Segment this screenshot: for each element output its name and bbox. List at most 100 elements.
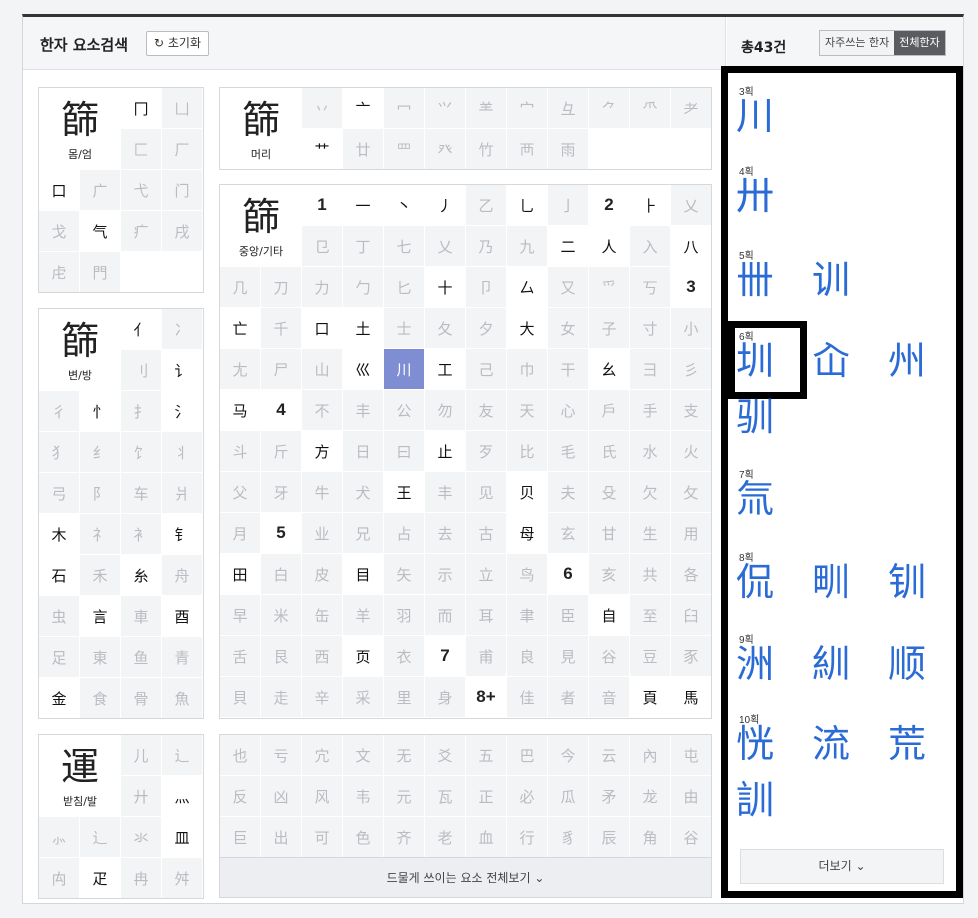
element-cell[interactable]: 方 bbox=[302, 431, 343, 472]
hanja-filter-tabs: 자주쓰는 한자 전체한자 bbox=[819, 30, 946, 56]
element-cell: 襾 bbox=[507, 129, 548, 169]
element-cell: 无 bbox=[384, 735, 425, 776]
result-hanja[interactable]: 氚 bbox=[736, 476, 796, 522]
result-hanja[interactable]: 侃 bbox=[736, 559, 796, 605]
element-cell[interactable]: 气 bbox=[80, 211, 121, 252]
element-cell[interactable]: 亡 bbox=[220, 308, 261, 349]
element-cell[interactable]: 工 bbox=[425, 349, 466, 390]
result-hanja[interactable]: 州 bbox=[888, 338, 948, 384]
reset-button[interactable]: ↻ 초기화 bbox=[146, 31, 210, 56]
element-cell: 夫 bbox=[548, 472, 589, 513]
tab-all[interactable]: 전체한자 bbox=[894, 31, 945, 55]
element-cell[interactable]: 石 bbox=[39, 555, 80, 596]
element-cell: 士 bbox=[384, 308, 425, 349]
element-cell[interactable]: 川 bbox=[384, 349, 425, 390]
element-cell[interactable]: 十 bbox=[425, 267, 466, 308]
element-cell[interactable]: 幺 bbox=[589, 349, 630, 390]
element-cell[interactable]: 氵 bbox=[162, 391, 203, 432]
more-results-button[interactable]: 더보기 ⌄ bbox=[740, 849, 944, 884]
element-cell: 屯 bbox=[671, 735, 711, 776]
result-hanja[interactable]: 洲 bbox=[736, 641, 796, 687]
element-cell: 里 bbox=[384, 677, 425, 718]
result-hanja[interactable]: 紃 bbox=[812, 641, 872, 687]
element-cell[interactable]: 止 bbox=[425, 431, 466, 472]
element-cell[interactable]: 巛 bbox=[343, 349, 384, 390]
element-cell[interactable]: 言 bbox=[80, 596, 121, 637]
reset-label: 초기화 bbox=[167, 36, 202, 50]
element-cell: 而 bbox=[425, 595, 466, 636]
result-hanja[interactable]: 卌 bbox=[736, 257, 796, 303]
element-cell[interactable]: 王 bbox=[384, 472, 425, 513]
element-cell[interactable]: 目 bbox=[343, 554, 384, 595]
result-hanja[interactable]: 恍 bbox=[736, 721, 796, 767]
element-cell[interactable]: 母 bbox=[507, 513, 548, 554]
element-cell: 亥 bbox=[589, 554, 630, 595]
element-cell[interactable]: 疋 bbox=[80, 858, 121, 898]
element-cell[interactable]: 丶 bbox=[384, 185, 425, 226]
result-hanja[interactable]: 川 bbox=[736, 93, 796, 139]
element-cell: 业 bbox=[302, 513, 343, 554]
element-cell[interactable]: 丿 bbox=[425, 185, 466, 226]
element-cell: 犬 bbox=[343, 472, 384, 513]
element-cell: 宂 bbox=[302, 735, 343, 776]
result-hanja[interactable]: 训 bbox=[812, 257, 872, 303]
element-cell: 生 bbox=[630, 513, 671, 554]
result-hanja[interactable]: 圳 bbox=[736, 338, 796, 384]
element-cell[interactable]: 金 bbox=[39, 678, 80, 718]
element-cell[interactable]: 木 bbox=[39, 514, 80, 555]
element-cell[interactable]: 一 bbox=[343, 185, 384, 226]
element-cell[interactable]: 艹 bbox=[302, 129, 343, 169]
element-cell: 龙 bbox=[630, 776, 671, 817]
element-cell: 夂 bbox=[425, 308, 466, 349]
chevron-down-icon: ⌄ bbox=[855, 859, 866, 873]
element-cell[interactable]: 田 bbox=[220, 554, 261, 595]
element-cell[interactable]: 乚 bbox=[507, 185, 548, 226]
result-hanja[interactable]: 钏 bbox=[888, 559, 948, 605]
element-cell: 今 bbox=[548, 735, 589, 776]
element-cell: 攵 bbox=[671, 472, 711, 513]
element-cell: ⺗ bbox=[39, 817, 80, 858]
element-cell[interactable]: 人 bbox=[589, 226, 630, 267]
stroke-count-label: 5 bbox=[261, 513, 302, 554]
tab-frequent[interactable]: 자주쓰는 한자 bbox=[820, 31, 895, 55]
element-cell[interactable]: 二 bbox=[548, 226, 589, 267]
element-cell[interactable]: 土 bbox=[343, 308, 384, 349]
element-cell[interactable]: 忄 bbox=[80, 391, 121, 432]
element-cell[interactable]: 冂 bbox=[121, 88, 162, 129]
element-cell[interactable]: 亠 bbox=[343, 88, 384, 129]
element-cell[interactable]: 页 bbox=[343, 636, 384, 677]
element-cell[interactable]: 亻 bbox=[121, 309, 162, 350]
show-rare-elements-button[interactable]: 드물게 쓰이는 요소 전체보기 ⌄ bbox=[219, 857, 712, 898]
result-hanja[interactable]: 訓 bbox=[736, 777, 796, 823]
element-cell[interactable]: 贝 bbox=[507, 472, 548, 513]
stroke-count-label: 3 bbox=[671, 267, 711, 308]
section-center: 篩 중앙/기타 1 一丶丿乙乚亅 2 ⺊乂⺋丁七乂乃九二人入八几刀力勹匕十卩厶又⺤丂 3 亡… bbox=[219, 184, 712, 719]
result-hanja[interactable]: 驯 bbox=[736, 394, 796, 440]
element-cell[interactable]: 马 bbox=[220, 390, 261, 431]
element-cell: 寸 bbox=[630, 308, 671, 349]
result-hanja[interactable]: 荒 bbox=[888, 721, 948, 767]
result-hanja[interactable]: 顺 bbox=[888, 641, 948, 687]
element-cell[interactable]: 大 bbox=[507, 308, 548, 349]
element-cell[interactable]: ⺊ bbox=[630, 185, 671, 226]
element-cell[interactable]: 酉 bbox=[162, 596, 203, 637]
result-hanja[interactable]: 卅 bbox=[736, 173, 796, 219]
element-cell[interactable]: 讠 bbox=[162, 350, 203, 391]
element-cell[interactable]: 皿 bbox=[162, 817, 203, 858]
element-cell[interactable]: 自 bbox=[589, 595, 630, 636]
result-hanja[interactable]: 甽 bbox=[812, 559, 872, 605]
element-cell[interactable]: 頁 bbox=[630, 677, 671, 718]
element-cell[interactable]: 口 bbox=[39, 170, 80, 211]
element-cell[interactable]: 糸 bbox=[121, 555, 162, 596]
element-cell[interactable]: 钅 bbox=[162, 514, 203, 555]
element-cell[interactable]: 八 bbox=[671, 226, 711, 267]
element-cell[interactable]: 灬 bbox=[162, 776, 203, 817]
element-cell[interactable]: 口 bbox=[302, 308, 343, 349]
result-hanja[interactable]: 屳 bbox=[812, 338, 872, 384]
result-hanja[interactable]: 流 bbox=[812, 721, 872, 767]
element-cell[interactable]: 馬 bbox=[671, 677, 711, 718]
element-cell: 巾 bbox=[507, 349, 548, 390]
element-cell: 各 bbox=[671, 554, 711, 595]
element-cell[interactable]: 厶 bbox=[507, 267, 548, 308]
center-glyph: 篩 bbox=[241, 195, 280, 239]
